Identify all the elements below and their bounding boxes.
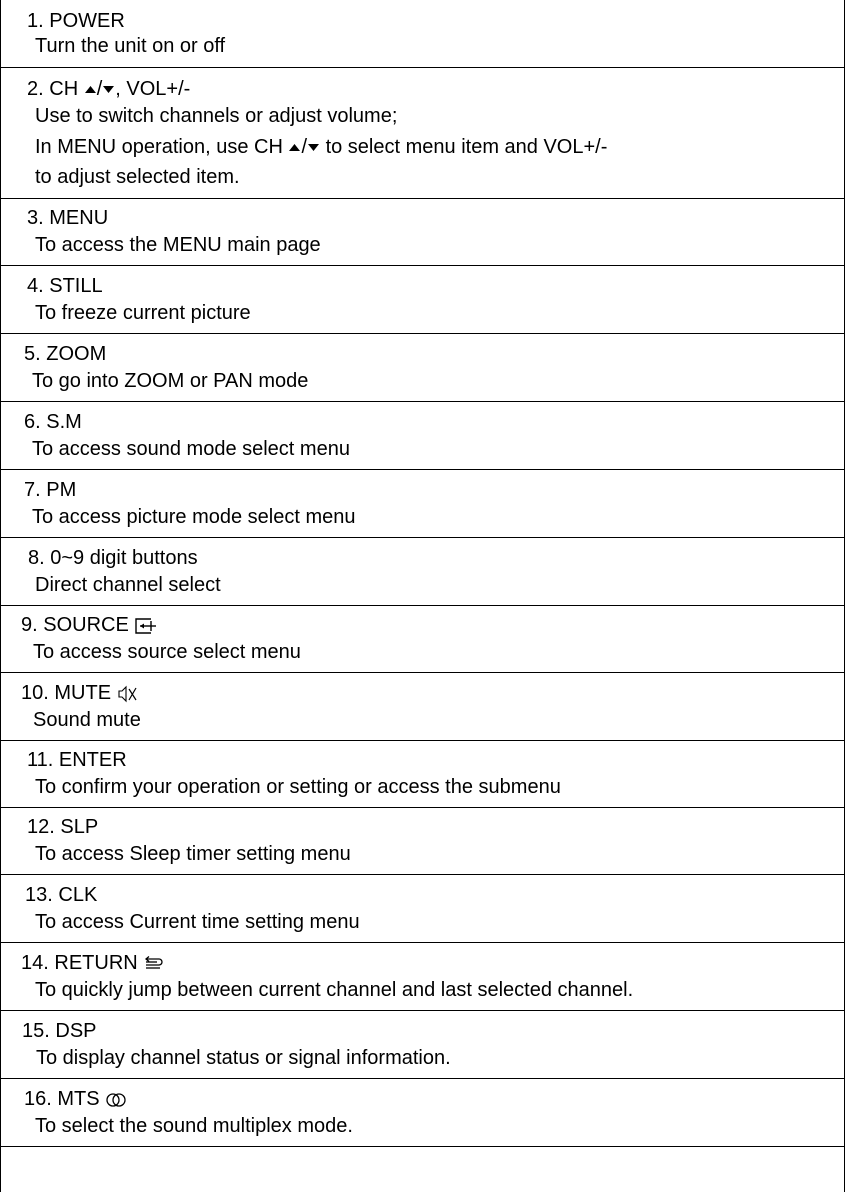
up-arrow-icon	[84, 85, 97, 94]
item-14-description: To quickly jump between current channel …	[35, 979, 634, 1001]
divider	[1, 942, 845, 943]
item-2-description-line-2: In MENU operation, use CH / to select me…	[35, 136, 608, 158]
item-13-description: To access Current time setting menu	[35, 911, 360, 933]
divider	[1, 605, 845, 606]
divider	[1, 265, 845, 266]
item-2-description-line-3: to adjust selected item.	[35, 166, 240, 188]
item-12-description: To access Sleep timer setting menu	[35, 843, 351, 865]
divider	[1, 1146, 845, 1147]
item-15-title: 15. DSP	[22, 1020, 97, 1042]
item-5-description: To go into ZOOM or PAN mode	[32, 370, 309, 392]
item-7-description: To access picture mode select menu	[32, 506, 356, 528]
divider	[1, 672, 845, 673]
divider	[1, 740, 845, 741]
item-16-description: To select the sound multiplex mode.	[35, 1115, 353, 1137]
item-15-description: To display channel status or signal info…	[36, 1047, 451, 1069]
divider	[1, 469, 845, 470]
item-11-description: To confirm your operation or setting or …	[35, 776, 561, 798]
item-12-title: 12. SLP	[27, 816, 99, 838]
item-9-title: 9. SOURCE	[21, 613, 158, 637]
stereo-icon	[105, 1092, 127, 1108]
item-13-title: 13. CLK	[25, 884, 98, 906]
item-16-title: 16. MTS	[24, 1087, 127, 1111]
divider	[1, 333, 845, 334]
item-4-description: To freeze current picture	[35, 302, 251, 324]
item-2-title: 2. CH /, VOL+/-	[27, 78, 191, 100]
item-7-title: 7. PM	[24, 479, 77, 501]
item-10-description: Sound mute	[33, 709, 141, 731]
item-9-description: To access source select menu	[33, 641, 301, 663]
divider	[1, 401, 845, 402]
divider	[1, 874, 845, 875]
divider	[1, 1078, 845, 1079]
divider	[1, 67, 845, 68]
item-10-title: 10. MUTE	[21, 681, 137, 705]
down-arrow-icon	[102, 85, 115, 94]
input-source-icon	[134, 617, 158, 635]
up-arrow-icon	[288, 143, 301, 152]
return-icon	[143, 955, 163, 972]
down-arrow-icon	[307, 143, 320, 152]
divider	[1, 198, 845, 199]
item-4-title: 4. STILL	[27, 275, 103, 297]
item-6-title: 6. S.M	[24, 411, 82, 433]
item-1-title: 1. POWER	[27, 10, 125, 32]
item-11-title: 11. ENTER	[27, 749, 127, 771]
divider	[1, 807, 845, 808]
divider	[1, 537, 845, 538]
item-3-description: To access the MENU main page	[35, 234, 321, 256]
item-8-title: 8. 0~9 digit buttons	[28, 547, 198, 569]
item-1-description: Turn the unit on or off	[35, 35, 226, 57]
item-5-title: 5. ZOOM	[24, 343, 107, 365]
item-14-title: 14. RETURN	[21, 951, 163, 975]
item-3-title: 3. MENU	[27, 207, 109, 229]
item-6-description: To access sound mode select menu	[32, 438, 350, 460]
item-8-description: Direct channel select	[35, 574, 221, 596]
divider	[1, 1010, 845, 1011]
item-2-description: Use to switch channels or adjust volume;	[35, 105, 398, 127]
manual-page: 1. POWER Turn the unit on or off 2. CH /…	[0, 0, 845, 1192]
mute-icon	[117, 685, 137, 703]
